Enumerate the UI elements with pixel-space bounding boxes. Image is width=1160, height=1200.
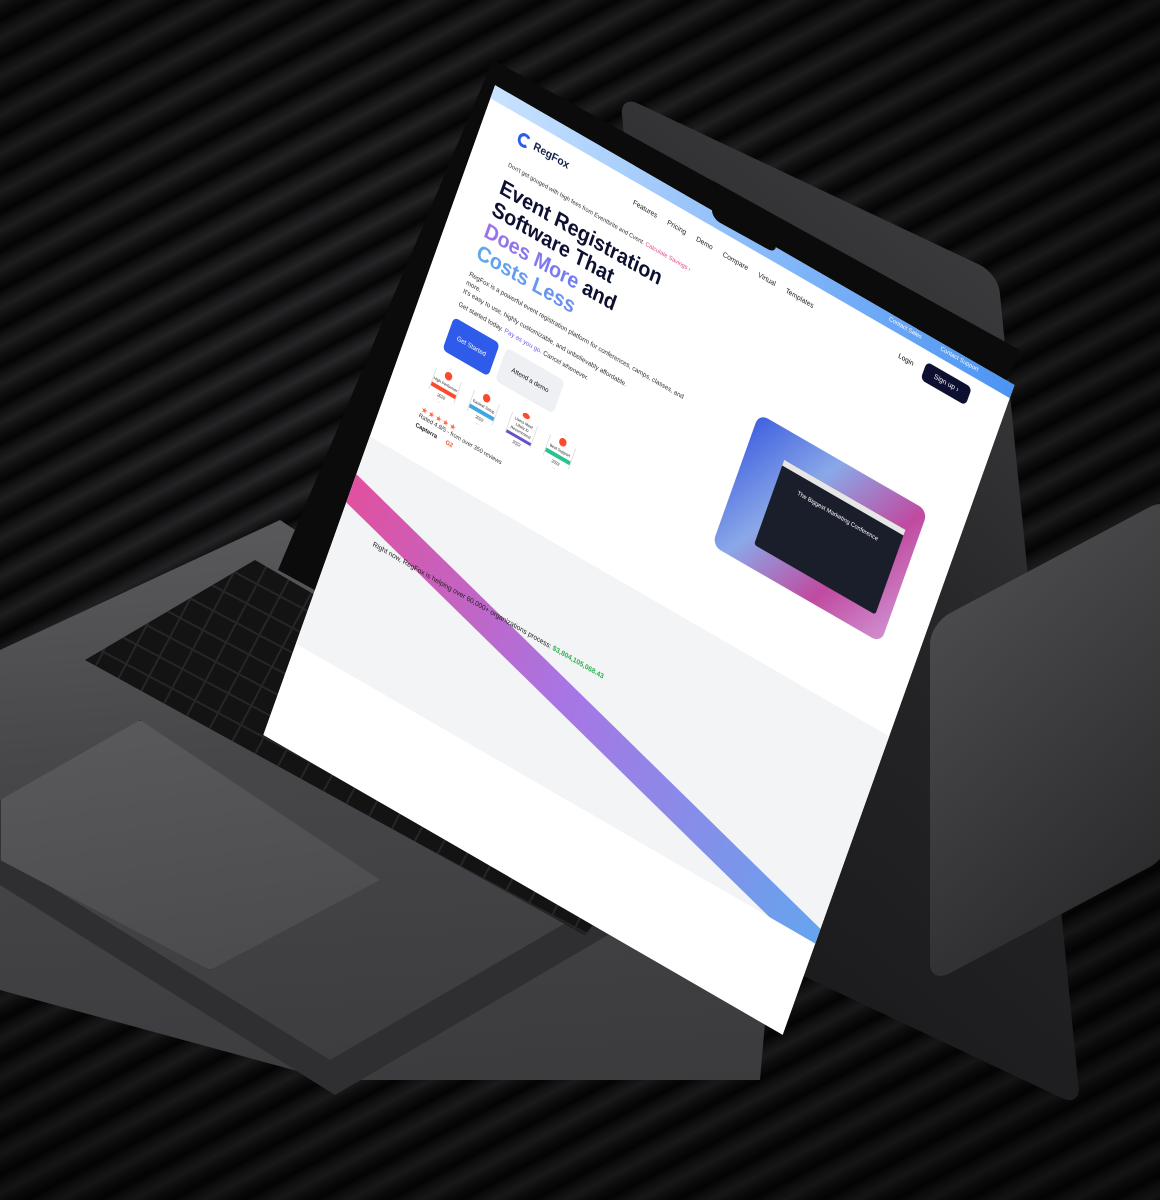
nav-link-demo[interactable]: Demo [695, 236, 714, 252]
processing-text: Right now, RegFox is helping over 60,000… [372, 541, 605, 681]
badge-easiest-setup: Easiest Setup 2022 [464, 383, 502, 432]
badge-best-support: Best Support 2022 [540, 427, 578, 476]
g2-logo: G2 [444, 439, 454, 450]
nav-link-compare[interactable]: Compare [722, 251, 749, 272]
regfox-logo-icon [516, 130, 533, 150]
processing-label: Right now, RegFox is helping over 60,000… [371, 541, 553, 651]
chevron-right-icon: › [687, 266, 692, 274]
signup-label: Sign up [932, 373, 956, 392]
nav-link-templates[interactable]: Templates [784, 288, 814, 311]
badge-high-performer: High Performer 2022 [426, 361, 464, 410]
brand-name: RegFox [531, 139, 571, 172]
chevron-right-icon: › [955, 386, 960, 394]
hero-image-card: The Biggest Marketing Conference [712, 414, 928, 643]
nav-link-features[interactable]: Features [632, 199, 658, 219]
event-page-mockup: The Biggest Marketing Conference [754, 460, 905, 615]
login-link[interactable]: Login [897, 353, 914, 368]
nav-link-pricing[interactable]: Pricing [666, 219, 687, 236]
badge-likely-recommend: Users Most Likely to Recommend 2022 [502, 405, 540, 454]
nav-link-virtual[interactable]: Virtual [757, 272, 776, 288]
